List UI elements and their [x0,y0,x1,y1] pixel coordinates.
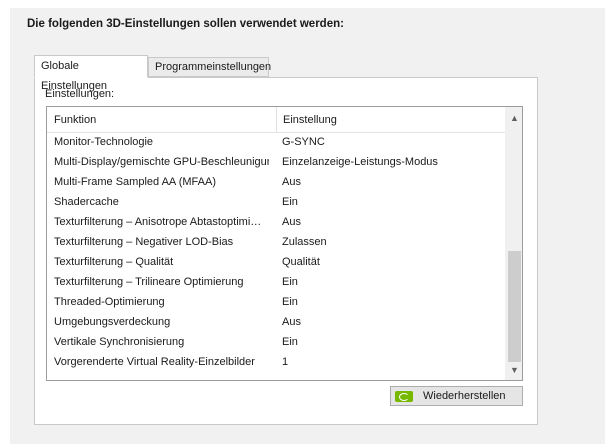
restore-button[interactable]: Wiederherstellen [390,386,523,406]
setting-function: Multi-Display/gemischte GPU-Beschleunigu… [54,156,269,168]
setting-value: Ein [282,336,298,348]
settings-list[interactable]: Funktion Einstellung Monitor-Technologie… [46,106,523,381]
vertical-scrollbar[interactable]: ▲ ▼ [505,107,522,380]
list-item[interactable]: Texturfilterung – Trilineare Optimierung… [47,272,505,292]
list-item[interactable]: Texturfilterung – Anisotrope Abtastoptim… [47,212,505,232]
restore-button-label: Wiederherstellen [423,390,506,402]
scroll-up-icon[interactable]: ▲ [506,109,522,126]
setting-function: Texturfilterung – Anisotrope Abtastoptim… [54,216,262,228]
list-item[interactable]: Shadercache Ein [47,192,505,212]
setting-value: Einzelanzeige-Leistungs-Modus [282,156,438,168]
column-header-function[interactable]: Funktion [54,107,274,133]
list-item[interactable]: Vertikale Synchronisierung Ein [47,332,505,352]
list-item[interactable]: Multi-Display/gemischte GPU-Beschleunigu… [47,152,505,172]
scroll-thumb[interactable] [508,251,521,362]
setting-function: Texturfilterung – Qualität [54,256,174,268]
scroll-down-icon[interactable]: ▼ [506,361,522,378]
tab-global-settings[interactable]: Globale Einstellungen [34,55,148,92]
setting-value: 1 [282,356,289,368]
setting-function: Vertikale Synchronisierung [54,336,185,348]
nvidia-logo-icon [395,390,413,402]
setting-function: Shadercache [54,196,119,208]
setting-value: Ein [282,196,298,208]
list-item[interactable]: Vorgerenderte Virtual Reality-Einzelbild… [47,352,505,372]
setting-value: Aus [282,176,301,188]
list-item[interactable]: Threaded-Optimierung Ein [47,292,505,312]
list-item[interactable]: Texturfilterung – Negativer LOD-Bias Zula… [47,232,505,252]
setting-value: Qualität [282,256,320,268]
setting-value: Aus [282,316,301,328]
setting-function: Multi-Frame Sampled AA (MFAA) [54,176,216,188]
setting-function: Texturfilterung – Negativer LOD-Bias [54,236,234,248]
setting-function: Texturfilterung – Trilineare Optimierung [54,276,244,288]
setting-value: G-SYNC [282,136,325,148]
list-item[interactable]: Texturfilterung – Qualität Qualität [47,252,505,272]
settings-label: Einstellungen: [45,88,115,100]
list-item[interactable]: Umgebungsverdeckung Aus [47,312,505,332]
list-header: Funktion Einstellung [47,107,505,133]
setting-function: Monitor-Technologie [54,136,154,148]
setting-function: Umgebungsverdeckung [54,316,171,328]
tab-program-settings[interactable]: Programmeinstellungen [148,57,271,77]
setting-value: Zulassen [282,236,327,248]
list-item[interactable]: Monitor-Technologie G-SYNC [47,132,505,152]
setting-value: Ein [282,276,298,288]
setting-value: Ein [282,296,298,308]
list-rows: Monitor-Technologie G-SYNC Multi-Display/g… [47,132,505,372]
column-header-setting[interactable]: Einstellung [276,107,504,133]
list-item[interactable]: Multi-Frame Sampled AA (MFAA) Aus [47,172,505,192]
page-heading: Die folgenden 3D-Einstellungen sollen ve… [27,18,344,30]
setting-value: Aus [282,216,301,228]
setting-function: Threaded-Optimierung [54,296,165,308]
setting-function: Vorgerenderte Virtual Reality-Einzelbild… [54,356,255,368]
